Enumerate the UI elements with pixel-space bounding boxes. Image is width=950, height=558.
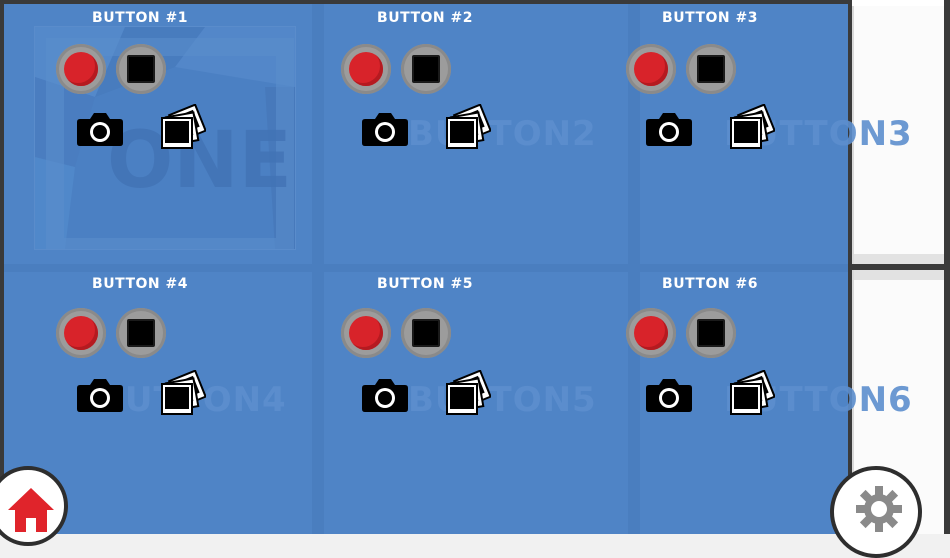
sound-cell-2: BUTTON2 BUTTON #2 (320, 0, 630, 262)
settings-button[interactable] (830, 466, 922, 558)
cell-title: BUTTON #2 (377, 10, 473, 26)
sound-cell-6: BUTTON6 BUTTON #6 (626, 266, 912, 534)
record-button[interactable] (626, 44, 676, 94)
record-icon (349, 52, 383, 86)
camera-icon[interactable] (76, 111, 124, 147)
photo-gallery-icon[interactable] (160, 104, 206, 150)
stop-icon (412, 55, 440, 83)
stop-button[interactable] (686, 308, 736, 358)
photo-gallery-icon[interactable] (160, 370, 206, 416)
camera-icon[interactable] (76, 377, 124, 413)
record-button[interactable] (341, 308, 391, 358)
camera-icon[interactable] (645, 377, 693, 413)
stop-icon (412, 319, 440, 347)
record-icon (64, 52, 98, 86)
stop-button[interactable] (686, 44, 736, 94)
camera-icon[interactable] (361, 111, 409, 147)
record-button[interactable] (56, 308, 106, 358)
photo-gallery-icon[interactable] (729, 370, 775, 416)
cell-title: BUTTON #4 (92, 276, 188, 292)
photo-gallery-icon[interactable] (729, 104, 775, 150)
camera-icon[interactable] (361, 377, 409, 413)
record-icon (64, 316, 98, 350)
photo-gallery-icon[interactable] (445, 104, 491, 150)
sound-cell-1: BUTTON #1 (0, 0, 310, 262)
cell-ghost-label: BUTTON5 (408, 380, 597, 420)
stop-icon (127, 319, 155, 347)
stop-button[interactable] (116, 308, 166, 358)
stop-button[interactable] (401, 308, 451, 358)
cell-title: BUTTON #3 (662, 10, 758, 26)
stop-button[interactable] (401, 44, 451, 94)
cell-title: BUTTON #5 (377, 276, 473, 292)
cell-ghost-label: BUTTON2 (408, 114, 597, 154)
camera-icon[interactable] (645, 111, 693, 147)
record-icon (634, 52, 668, 86)
stop-button[interactable] (116, 44, 166, 94)
photo-gallery-icon[interactable] (445, 370, 491, 416)
stop-icon (697, 319, 725, 347)
record-button[interactable] (626, 308, 676, 358)
record-icon (349, 316, 383, 350)
record-icon (634, 316, 668, 350)
home-icon (8, 488, 54, 532)
record-button[interactable] (341, 44, 391, 94)
side-edge (944, 0, 950, 534)
side-divider (852, 264, 950, 270)
sound-cell-3: BUTTON3 BUTTON #3 (626, 0, 912, 262)
cell-title: BUTTON #6 (662, 276, 758, 292)
record-button[interactable] (56, 44, 106, 94)
stop-icon (697, 55, 725, 83)
stop-icon (127, 55, 155, 83)
sound-cell-5: BUTTON5 BUTTON #5 (320, 266, 630, 534)
gear-icon (856, 486, 902, 532)
cell-title: BUTTON #1 (92, 10, 188, 26)
